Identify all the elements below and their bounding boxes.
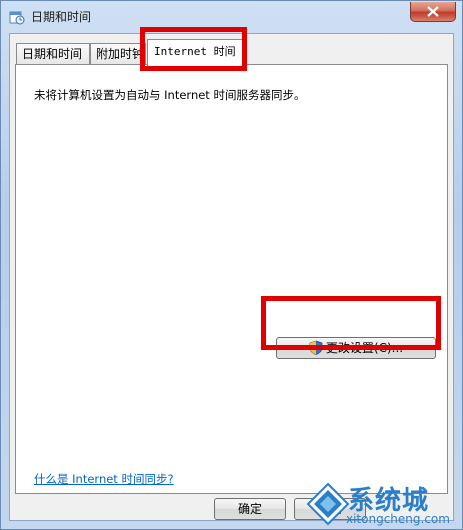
sync-status-text: 未将计算机设置为自动与 Internet 时间服务器同步。 [34, 88, 306, 102]
internet-time-help-link[interactable]: 什么是 Internet 时间同步? [34, 471, 174, 487]
highlight-button-box [261, 296, 441, 350]
ok-button[interactable]: 确定 [214, 498, 286, 520]
date-time-dialog: 日期和时间 日期和时间 附加时钟 Internet 时间 未将计算机设置为自动与… [0, 0, 463, 530]
watermark-diamond-icon [306, 482, 350, 526]
tab-date-time[interactable]: 日期和时间 [16, 43, 90, 65]
date-time-icon [9, 9, 25, 25]
dialog-client-area: 日期和时间 附加时钟 Internet 时间 未将计算机设置为自动与 Inter… [9, 33, 454, 521]
window-title: 日期和时间 [31, 10, 92, 24]
internet-time-panel: 未将计算机设置为自动与 Internet 时间服务器同步。 更改设置(C)...… [15, 64, 448, 494]
close-icon [427, 6, 439, 17]
watermark-logo: 系统城 xitongcheng.com [306, 478, 463, 530]
close-button[interactable] [410, 2, 456, 22]
tab-additional-clocks[interactable]: 附加时钟 [90, 43, 146, 65]
watermark-domain: xitongcheng.com [346, 512, 450, 526]
highlight-tab-box [140, 27, 247, 71]
